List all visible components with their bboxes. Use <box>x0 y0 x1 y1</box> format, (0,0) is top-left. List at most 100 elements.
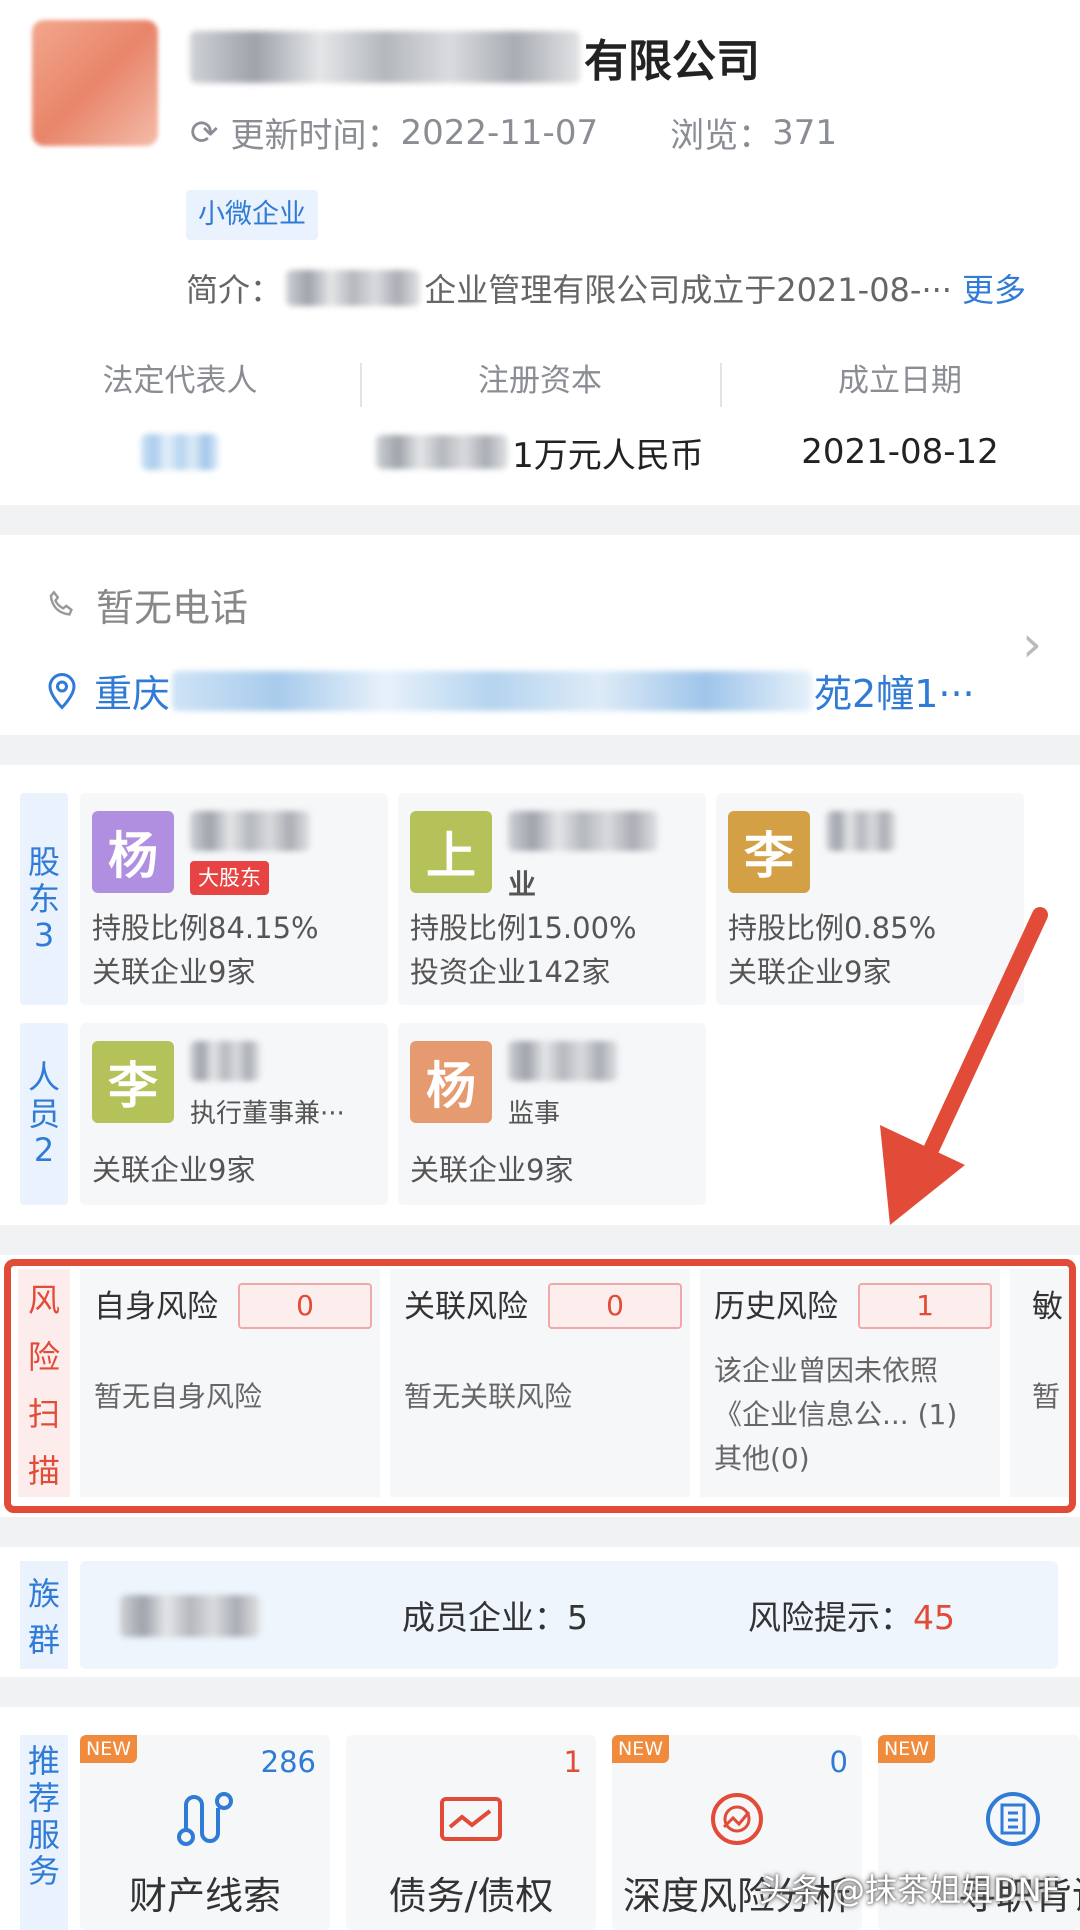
company-header: 有限公司 ⟳ 更新时间： 2022-11-07 浏览： 371 小微企业 简介：… <box>0 0 1080 505</box>
name-redacted <box>826 811 896 851</box>
service-label: 债务/债权 <box>388 1874 554 1918</box>
group-risk: 风险提示：45 <box>748 1591 955 1639</box>
members-label: 成员企业： <box>402 1598 567 1637</box>
new-badge: NEW <box>80 1735 138 1763</box>
views-count: 371 <box>772 112 837 153</box>
avatar: 杨 <box>410 1041 492 1123</box>
stat-legal-rep[interactable]: 法定代表人 <box>0 355 360 474</box>
staff-side-label[interactable]: 人员 2 <box>20 1023 68 1205</box>
stat-label: 法定代表人 <box>102 363 258 399</box>
staff-role: 执行董事兼··· <box>190 1099 345 1129</box>
stat-label: 注册资本 <box>478 363 602 399</box>
address-suffix: 苑2幢1··· <box>814 672 975 716</box>
group-card[interactable]: 成员企业：5 风险提示：45 <box>80 1561 1058 1669</box>
stat-value: 2021-08-12 <box>801 432 999 472</box>
document-money-icon <box>440 1797 502 1841</box>
chevron-right-icon[interactable]: › <box>1022 615 1042 673</box>
route-icon <box>177 1792 233 1846</box>
capital-redacted <box>376 435 509 469</box>
group-section[interactable]: 族 群 成员企业：5 风险提示：45 <box>0 1547 1080 1677</box>
side-char: 股 <box>27 842 60 881</box>
name-redacted <box>508 1041 618 1081</box>
building-icon <box>986 1792 1040 1846</box>
group-members: 成员企业：5 <box>402 1591 588 1639</box>
update-date: 2022-11-07 <box>400 112 599 153</box>
service-card-assets[interactable]: NEW 286 财产线索 <box>80 1735 330 1930</box>
stat-value: 1万元人民币 <box>360 430 720 476</box>
stat-value <box>0 430 360 474</box>
share-ratio: 持股比例84.15% <box>92 911 319 945</box>
name-redacted <box>508 811 658 851</box>
side-char: 群 <box>27 1621 60 1659</box>
shareholder-card[interactable]: 杨 大股东 持股比例84.15% 关联企业9家 <box>80 793 388 1005</box>
group-side-label: 族 群 <box>20 1561 68 1669</box>
location-pin-icon <box>48 672 76 710</box>
legal-rep-redacted <box>141 434 219 470</box>
stat-reg-capital: 注册资本 1万元人民币 <box>360 355 720 476</box>
side-char: 荐 <box>27 1778 60 1817</box>
new-badge: NEW <box>878 1735 936 1763</box>
address-prefix: 重庆 <box>94 672 171 716</box>
intro-text: 企业管理有限公司成立于2021-08-··· <box>424 271 952 309</box>
intro-redacted <box>286 270 421 306</box>
shareholder-card[interactable]: 上 业 持股比例15.00% 投资企业142家 <box>398 793 706 1005</box>
services-side-label: 推 荐 服 务 <box>20 1735 68 1930</box>
meta-row: ⟳ 更新时间： 2022-11-07 浏览： 371 <box>190 108 837 157</box>
side-char: 族 <box>27 1575 60 1613</box>
phone-text: 暂无电话 <box>96 586 249 630</box>
intro-row: 简介： 企业管理有限公司成立于2021-08-··· 更多 <box>186 265 1026 311</box>
service-count: 286 <box>260 1745 316 1779</box>
service-count: 1 <box>563 1745 582 1779</box>
company-tag[interactable]: 小微企业 <box>186 190 318 240</box>
address-redacted <box>172 670 813 711</box>
staff-role: 监事 <box>508 1099 561 1129</box>
side-char: 东 <box>27 879 60 918</box>
avatar: 杨 <box>92 811 174 893</box>
staff-count: 2 <box>33 1131 55 1170</box>
company-name-redacted <box>190 31 580 83</box>
staff-card[interactable]: 李 执行董事兼··· 关联企业9家 <box>80 1023 388 1205</box>
radar-icon <box>711 1793 763 1845</box>
update-label: 更新时间： <box>230 116 401 156</box>
refresh-icon[interactable]: ⟳ <box>190 113 219 153</box>
address-row[interactable]: 重庆 苑2幢1··· <box>44 663 975 718</box>
stats-row: 法定代表人 注册资本 1万元人民币 成立日期 2021-08-12 <box>0 355 1080 476</box>
company-title: 有限公司 <box>190 22 760 92</box>
name-redacted <box>190 811 310 851</box>
related-companies: 关联企业9家 <box>92 955 256 989</box>
service-count: 0 <box>829 1745 848 1779</box>
risk-scan-section: 风 险 扫 描 自身风险 0 暂无自身风险 关联风险 0 暂无关联风险 历史风险… <box>0 1255 1080 1517</box>
side-char: 务 <box>27 1852 60 1891</box>
share-ratio: 持股比例15.00% <box>410 911 637 945</box>
service-card-debt[interactable]: 1 债务/债权 <box>346 1735 596 1930</box>
company-name-fragment: 业 <box>508 868 537 901</box>
staff-card[interactable]: 杨 监事 关联企业9家 <box>398 1023 706 1205</box>
risk-label: 风险提示： <box>748 1598 913 1637</box>
contact-card[interactable]: 暂无电话 重庆 苑2幢1··· › <box>0 535 1080 735</box>
company-logo <box>32 20 158 146</box>
views-label: 浏览： <box>670 116 773 156</box>
risk-highlight-frame <box>4 1259 1076 1513</box>
stat-label: 成立日期 <box>838 363 962 399</box>
name-redacted <box>190 1041 260 1081</box>
avatar: 上 <box>410 811 492 893</box>
shareholder-count: 3 <box>33 916 55 955</box>
phone-row[interactable]: 暂无电话 <box>44 577 248 632</box>
more-link[interactable]: 更多 <box>962 265 1026 311</box>
intro-label: 简介： <box>186 271 283 309</box>
group-name-redacted <box>120 1595 260 1637</box>
new-badge: NEW <box>612 1735 670 1763</box>
side-char: 推 <box>27 1742 60 1780</box>
related-companies: 关联企业9家 <box>728 955 892 989</box>
side-char: 员 <box>27 1094 60 1133</box>
related-companies: 关联企业9家 <box>92 1153 256 1187</box>
risk-count: 45 <box>913 1598 955 1637</box>
side-char: 人 <box>27 1057 60 1096</box>
members-count: 5 <box>567 1598 588 1637</box>
phone-icon <box>49 589 73 616</box>
side-char: 服 <box>27 1815 60 1854</box>
watermark: 头条 @抹茶姐姐DNF <box>758 1871 1060 1909</box>
shareholders-side-label[interactable]: 股东 3 <box>20 793 68 1005</box>
annotation-arrow-icon <box>880 907 1048 1225</box>
avatar: 李 <box>728 811 810 893</box>
